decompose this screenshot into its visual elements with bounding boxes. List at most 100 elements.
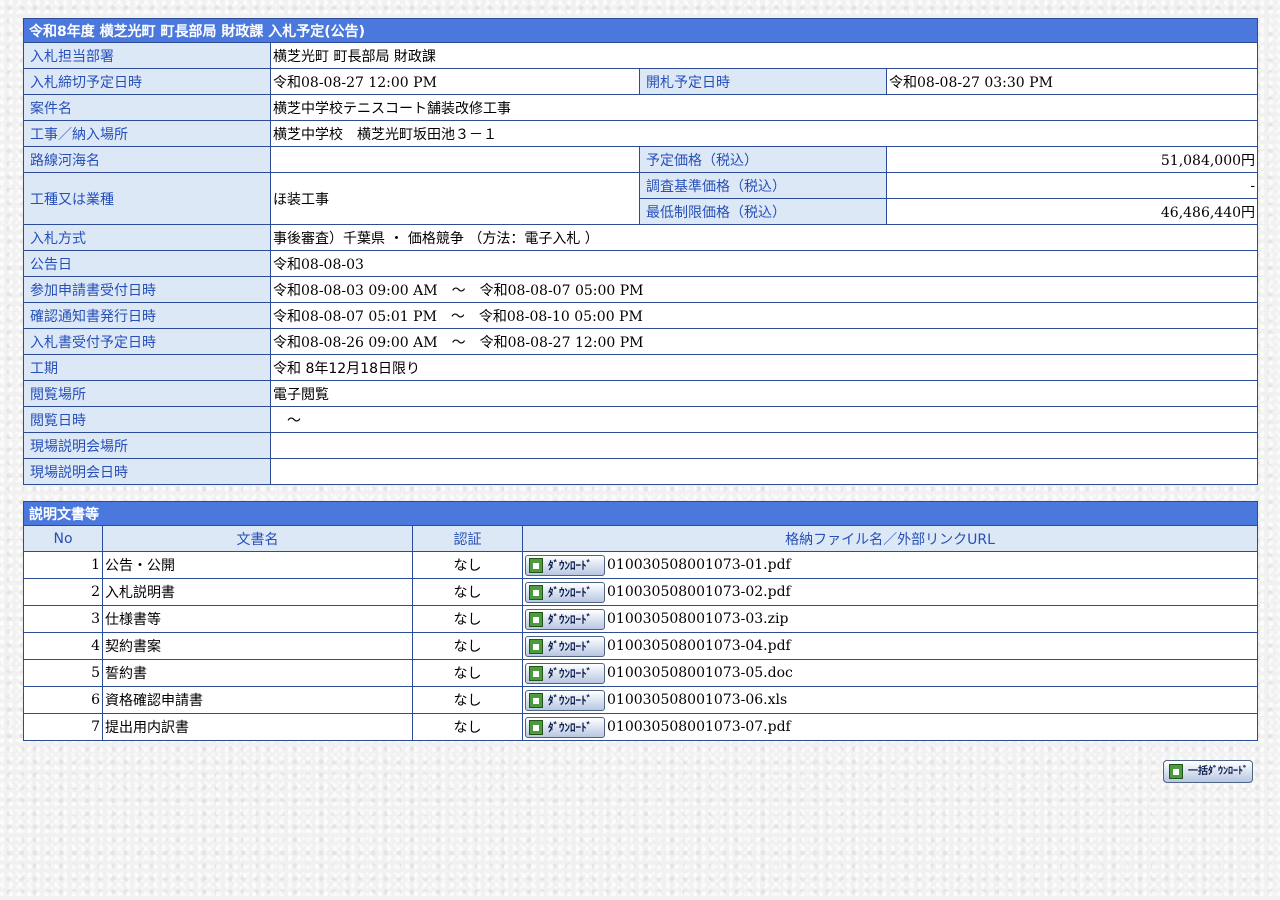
col-header-auth: 認証	[412, 525, 523, 552]
download-button[interactable]: ﾀﾞｳﾝﾛｰﾄﾞ	[525, 689, 605, 711]
doc-file-cell: ﾀﾞｳﾝﾛｰﾄﾞ 010030508001073-04.pdf	[522, 632, 1258, 660]
doc-auth: なし	[412, 605, 523, 633]
table-row: 4 契約書案 なし ﾀﾞｳﾝﾛｰﾄﾞ 010030508001073-04.pdf	[23, 632, 1258, 660]
value-route	[270, 146, 640, 173]
download-button[interactable]: ﾀﾞｳﾝﾛｰﾄﾞ	[525, 554, 605, 576]
label-survey-price: 調査基準価格（税込）	[639, 172, 887, 199]
doc-auth: なし	[412, 713, 523, 741]
doc-name: 公告・公開	[102, 551, 413, 579]
value-view-place: 電子閲覧	[269, 380, 1259, 407]
col-header-no: No	[23, 525, 103, 552]
label-briefing-place: 現場説明会場所	[23, 432, 271, 459]
table-row: 1 公告・公開 なし ﾀﾞｳﾝﾛｰﾄﾞ 010030508001073-01.pdf	[23, 551, 1258, 579]
doc-auth: なし	[412, 686, 523, 714]
value-min-price: 46,486,440円	[885, 198, 1259, 225]
doc-filename: 010030508001073-07.pdf	[607, 719, 791, 735]
value-briefing-place	[269, 432, 1259, 459]
doc-file-cell: ﾀﾞｳﾝﾛｰﾄﾞ 010030508001073-03.zip	[522, 605, 1258, 633]
download-label: ﾀﾞｳﾝﾛｰﾄﾞ	[548, 666, 592, 680]
value-period: 令和 8年12月18日限り	[269, 354, 1259, 381]
table-row: 7 提出用内訳書 なし ﾀﾞｳﾝﾛｰﾄﾞ 010030508001073-07.pdf	[23, 713, 1258, 741]
download-button[interactable]: ﾀﾞｳﾝﾛｰﾄﾞ	[525, 662, 605, 684]
documents-title: 説明文書等	[23, 501, 1258, 526]
value-notice-date: 令和08-08-03	[269, 250, 1259, 277]
document-rows: 1 公告・公開 なし ﾀﾞｳﾝﾛｰﾄﾞ 010030508001073-01.pdf 2 入…	[23, 551, 1258, 741]
doc-auth: なし	[412, 578, 523, 606]
doc-file-cell: ﾀﾞｳﾝﾛｰﾄﾞ 010030508001073-06.xls	[522, 686, 1258, 714]
documents-table: 説明文書等 No 文書名 認証 格納ファイル名／外部リンクURL 1 公告・公開な…	[23, 501, 1258, 741]
label-work-type: 工種又は業種	[23, 172, 271, 225]
doc-no: 2	[23, 578, 103, 606]
label-confirm: 確認通知書発行日時	[23, 302, 271, 329]
download-label: ﾀﾞｳﾝﾛｰﾄﾞ	[548, 720, 592, 734]
download-button[interactable]: ﾀﾞｳﾝﾛｰﾄﾞ	[525, 608, 605, 630]
file-download-icon	[529, 692, 543, 708]
file-download-icon	[1169, 764, 1183, 779]
doc-auth: なし	[412, 632, 523, 660]
doc-auth: なし	[412, 551, 523, 579]
doc-file-cell: ﾀﾞｳﾝﾛｰﾄﾞ 010030508001073-01.pdf	[522, 551, 1258, 579]
value-briefing-time	[269, 458, 1259, 485]
download-label: ﾀﾞｳﾝﾛｰﾄﾞ	[548, 558, 592, 572]
doc-name: 契約書案	[102, 632, 413, 660]
label-view-time: 閲覧日時	[23, 406, 271, 433]
doc-file-cell: ﾀﾞｳﾝﾛｰﾄﾞ 010030508001073-05.doc	[522, 659, 1258, 687]
label-dept: 入札担当部署	[23, 42, 271, 69]
label-min-price: 最低制限価格（税込）	[639, 198, 887, 225]
doc-filename: 010030508001073-02.pdf	[607, 584, 791, 600]
label-period: 工期	[23, 354, 271, 381]
doc-name: 入札説明書	[102, 578, 413, 606]
value-apply: 令和08-08-03 09:00 AM ～ 令和08-08-07 05:00 P…	[269, 276, 1259, 303]
col-header-file: 格納ファイル名／外部リンクURL	[522, 525, 1258, 552]
table-row: 5 誓約書 なし ﾀﾞｳﾝﾛｰﾄﾞ 010030508001073-05.doc	[23, 659, 1258, 687]
value-deadline: 令和08-08-27 12:00 PM	[270, 68, 640, 95]
table-row: 3 仕様書等 なし ﾀﾞｳﾝﾛｰﾄﾞ 010030508001073-03.zip	[23, 605, 1258, 633]
download-label: ﾀﾞｳﾝﾛｰﾄﾞ	[548, 585, 592, 599]
value-method: 事後審査）千葉県 ・ 価格競争 （方法：電子入札 ）	[269, 224, 1259, 251]
label-bid-accept: 入札書受付予定日時	[23, 328, 271, 355]
file-download-icon	[529, 665, 543, 681]
label-method: 入札方式	[23, 224, 271, 251]
label-project: 案件名	[23, 94, 271, 121]
download-button[interactable]: ﾀﾞｳﾝﾛｰﾄﾞ	[525, 581, 605, 603]
value-project: 横芝中学校テニスコート舗装改修工事	[269, 94, 1259, 121]
value-confirm: 令和08-08-07 05:01 PM ～ 令和08-08-10 05:00 P…	[269, 302, 1259, 329]
bulk-download-button[interactable]: 一括ﾀﾞｳﾝﾛｰﾄﾞ	[1163, 760, 1253, 783]
value-bid-accept: 令和08-08-26 09:00 AM ～ 令和08-08-27 12:00 P…	[269, 328, 1259, 355]
label-opening: 開札予定日時	[639, 68, 887, 95]
value-location: 横芝中学校 横芝光町坂田池３－１	[269, 120, 1259, 147]
file-download-icon	[529, 719, 543, 735]
label-location: 工事／納入場所	[23, 120, 271, 147]
doc-filename: 010030508001073-03.zip	[607, 611, 789, 627]
label-apply: 参加申請書受付日時	[23, 276, 271, 303]
download-label: ﾀﾞｳﾝﾛｰﾄﾞ	[548, 639, 592, 653]
doc-name: 提出用内訳書	[102, 713, 413, 741]
file-download-icon	[529, 611, 543, 627]
file-download-icon	[529, 638, 543, 654]
doc-file-cell: ﾀﾞｳﾝﾛｰﾄﾞ 010030508001073-02.pdf	[522, 578, 1258, 606]
value-work-type: ほ装工事	[270, 172, 640, 225]
table-row: 2 入札説明書 なし ﾀﾞｳﾝﾛｰﾄﾞ 010030508001073-02.pdf	[23, 578, 1258, 606]
doc-filename: 010030508001073-05.doc	[607, 665, 793, 681]
download-button[interactable]: ﾀﾞｳﾝﾛｰﾄﾞ	[525, 635, 605, 657]
doc-filename: 010030508001073-06.xls	[607, 692, 788, 708]
doc-filename: 010030508001073-04.pdf	[607, 638, 791, 654]
doc-file-cell: ﾀﾞｳﾝﾛｰﾄﾞ 010030508001073-07.pdf	[522, 713, 1258, 741]
table-row: 6 資格確認申請書 なし ﾀﾞｳﾝﾛｰﾄﾞ 010030508001073-06.xls	[23, 686, 1258, 714]
doc-name: 資格確認申請書	[102, 686, 413, 714]
doc-name: 仕様書等	[102, 605, 413, 633]
download-label: ﾀﾞｳﾝﾛｰﾄﾞ	[548, 612, 592, 626]
download-button[interactable]: ﾀﾞｳﾝﾛｰﾄﾞ	[525, 716, 605, 738]
bulk-download-label: 一括ﾀﾞｳﾝﾛｰﾄﾞ	[1188, 766, 1248, 777]
download-label: ﾀﾞｳﾝﾛｰﾄﾞ	[548, 693, 592, 707]
value-est-price: 51,084,000円	[885, 146, 1259, 173]
file-download-icon	[529, 584, 543, 600]
doc-filename: 010030508001073-01.pdf	[607, 557, 791, 573]
file-download-icon	[529, 557, 543, 573]
bid-info-title: 令和8年度 横芝光町 町長部局 財政課 入札予定(公告)	[22, 18, 1259, 43]
value-survey-price: -	[885, 172, 1259, 199]
doc-auth: なし	[412, 659, 523, 687]
doc-name: 誓約書	[102, 659, 413, 687]
value-dept: 横芝光町 町長部局 財政課	[269, 42, 1259, 69]
doc-no: 4	[23, 632, 103, 660]
